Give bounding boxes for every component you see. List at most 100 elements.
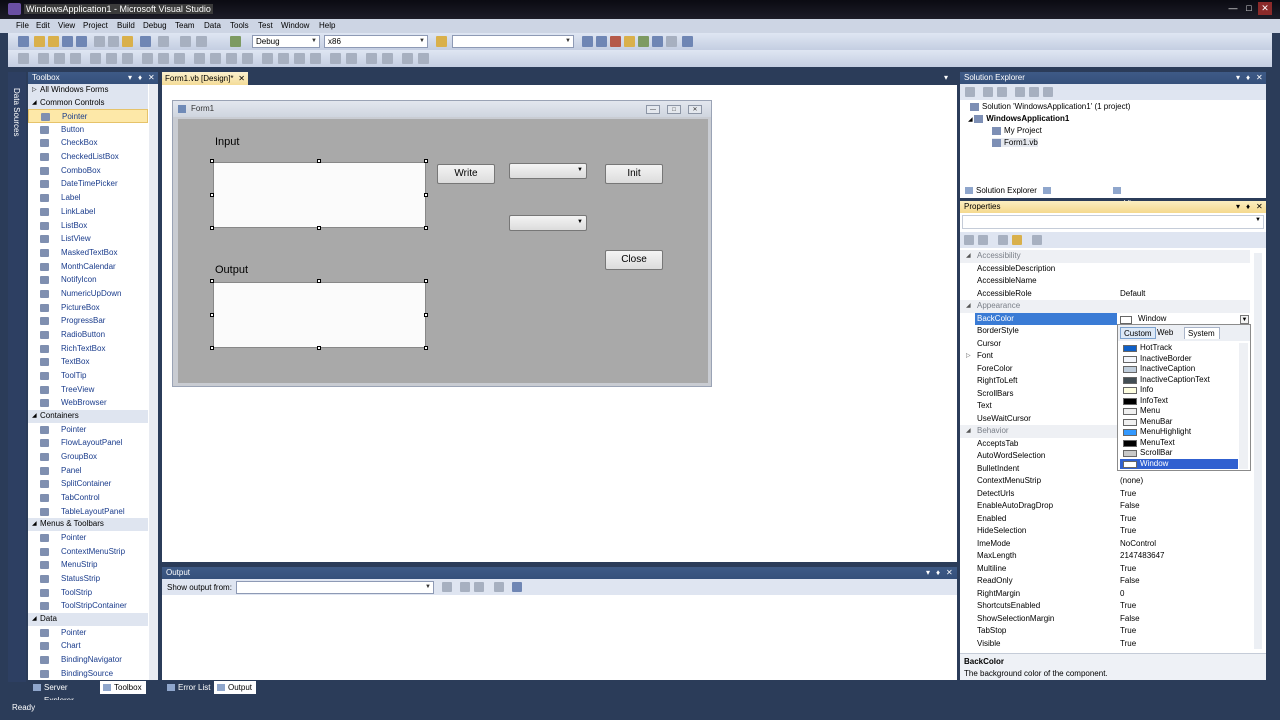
center-horizontally-icon[interactable] <box>330 53 341 64</box>
toolbox-scrollbar[interactable] <box>149 84 158 680</box>
resize-handle[interactable] <box>210 346 214 350</box>
toolbox-group-data[interactable]: ◢ Data <box>28 613 148 626</box>
tree-my-project[interactable]: My Project <box>992 126 1042 135</box>
toolbox-item[interactable]: PictureBox <box>28 301 148 315</box>
tab-form1-design[interactable]: Form1.vb [Design]* ✕ <box>162 72 248 85</box>
toolbox-item[interactable]: LinkLabel <box>28 205 148 219</box>
property-value[interactable]: True <box>1120 638 1136 651</box>
menu-project[interactable]: Project <box>83 21 108 30</box>
toolbox-item[interactable]: Pointer <box>28 109 148 123</box>
color-item[interactable]: InfoText <box>1120 396 1238 407</box>
resize-handle[interactable] <box>210 279 214 283</box>
toolbox-item[interactable]: DateTimePicker <box>28 177 148 191</box>
property-row[interactable]: Multiline True <box>960 563 1250 576</box>
color-item[interactable]: MenuBar <box>1120 417 1238 428</box>
toolbox-item[interactable]: ToolStrip <box>28 586 148 600</box>
show-output-from-combo[interactable]: ▼ <box>236 581 434 594</box>
property-value[interactable]: True <box>1120 513 1136 526</box>
color-item[interactable]: Menu <box>1120 406 1238 417</box>
increase-vertical-spacing-icon[interactable] <box>278 53 289 64</box>
property-value[interactable]: True <box>1120 600 1136 613</box>
tab-server-explorer[interactable]: Server Explorer <box>30 681 98 705</box>
make-same-size-icon[interactable] <box>174 53 185 64</box>
color-item[interactable]: HotTrack <box>1120 343 1238 354</box>
align-centers-icon[interactable] <box>54 53 65 64</box>
solution-configuration-combo[interactable]: Debug ▼ <box>252 35 320 48</box>
resize-handle[interactable] <box>317 346 321 350</box>
toolbox-item[interactable]: CheckBox <box>28 136 148 150</box>
toolbox-item[interactable]: RadioButton <box>28 328 148 342</box>
clear-all-icon[interactable] <box>494 582 504 592</box>
menu-tools[interactable]: Tools <box>230 21 249 30</box>
horizontal-spacing-icon[interactable] <box>194 53 205 64</box>
toolbox-item[interactable]: Pointer <box>28 626 148 640</box>
color-item[interactable]: ScrollBar <box>1120 448 1238 459</box>
navigate-forward-icon[interactable] <box>196 36 207 47</box>
align-middles-icon[interactable] <box>106 53 117 64</box>
events-icon[interactable] <box>1012 235 1022 245</box>
property-value[interactable]: False <box>1120 500 1140 513</box>
decrease-horizontal-spacing-icon[interactable] <box>226 53 237 64</box>
property-row[interactable]: ImeMode NoControl <box>960 538 1250 551</box>
toolbox-item[interactable]: SplitContainer <box>28 477 148 491</box>
resize-handle[interactable] <box>210 226 214 230</box>
object-selector-combo[interactable]: ▼ <box>962 215 1264 229</box>
toolbox-item[interactable]: ToolTip <box>28 369 148 383</box>
property-row[interactable]: HideSelection True <box>960 525 1250 538</box>
toolbox-item[interactable]: NotifyIcon <box>28 273 148 287</box>
property-value[interactable]: (none) <box>1120 475 1143 488</box>
resize-handle[interactable] <box>424 313 428 317</box>
toolbox-item[interactable]: Label <box>28 191 148 205</box>
increase-horizontal-spacing-icon[interactable] <box>210 53 221 64</box>
next-message-icon[interactable] <box>474 582 484 592</box>
toolbox-item[interactable]: MaskedTextBox <box>28 246 148 260</box>
tab-toolbox[interactable]: Toolbox <box>100 681 146 694</box>
property-value[interactable]: 2147483647 <box>1120 550 1165 563</box>
property-value[interactable]: 0 <box>1120 588 1124 601</box>
menu-window[interactable]: Window <box>281 21 309 30</box>
property-row[interactable]: DetectUrls True <box>960 488 1250 501</box>
find-combo[interactable]: ▼ <box>452 35 574 48</box>
color-list-scrollbar[interactable] <box>1239 343 1248 469</box>
property-row[interactable]: MaxLength 2147483647 <box>960 550 1250 563</box>
tab-team-explorer[interactable]: Team Explorer <box>1040 184 1110 197</box>
toolbox-item[interactable]: TextBox <box>28 355 148 369</box>
property-row[interactable]: ShortcutsEnabled True <box>960 600 1250 613</box>
solution-platform-combo[interactable]: x86 ▼ <box>324 35 428 48</box>
resize-handle[interactable] <box>424 193 428 197</box>
property-row[interactable]: ShowSelectionMargin False <box>960 613 1250 626</box>
toolbox-item[interactable]: Pointer <box>28 531 148 545</box>
previous-message-icon[interactable] <box>460 582 470 592</box>
chevron-right-icon[interactable]: ▷ <box>966 350 971 363</box>
auto-hide-icon[interactable]: ♦ <box>1246 201 1250 213</box>
tab-custom[interactable]: Custom <box>1120 327 1156 339</box>
auto-hide-icon[interactable]: ♦ <box>936 567 940 579</box>
open-file-icon[interactable] <box>48 36 59 47</box>
write-button[interactable]: Write <box>437 164 495 184</box>
chevron-down-icon[interactable]: ▼ <box>1240 314 1249 324</box>
property-row[interactable]: AccessibleName <box>960 275 1250 288</box>
menu-data[interactable]: Data <box>204 21 221 30</box>
output-textbox[interactable] <box>213 282 426 348</box>
tab-order-icon[interactable] <box>418 53 429 64</box>
property-row[interactable]: ReadOnly False <box>960 575 1250 588</box>
document-menu-icon[interactable]: ▾ <box>944 73 948 82</box>
auto-hide-icon[interactable]: ♦ <box>138 72 142 84</box>
view-code-icon[interactable] <box>1015 87 1025 97</box>
refresh-icon[interactable] <box>997 87 1007 97</box>
close-icon[interactable]: ✕ <box>238 72 245 85</box>
form1-client-area[interactable]: Input Write ▼ Init ▼ Close Output <box>178 119 708 383</box>
toolbox-item[interactable]: GroupBox <box>28 450 148 464</box>
color-item-selected[interactable]: Window <box>1120 458 1238 469</box>
color-item[interactable]: MenuHighlight <box>1120 427 1238 438</box>
close-window-button[interactable]: ✕ <box>1258 2 1272 15</box>
menu-build[interactable]: Build <box>117 21 135 30</box>
toolbox-item[interactable]: Button <box>28 123 148 137</box>
menu-team[interactable]: Team <box>175 21 195 30</box>
menu-help[interactable]: Help <box>319 21 335 30</box>
property-pages-icon[interactable] <box>1032 235 1042 245</box>
align-lefts-icon[interactable] <box>38 53 49 64</box>
property-row[interactable]: Visible True <box>960 638 1250 651</box>
word-wrap-icon[interactable] <box>512 582 522 592</box>
toolbox-group-menus-toolbars[interactable]: ◢ Menus & Toolbars <box>28 518 148 531</box>
